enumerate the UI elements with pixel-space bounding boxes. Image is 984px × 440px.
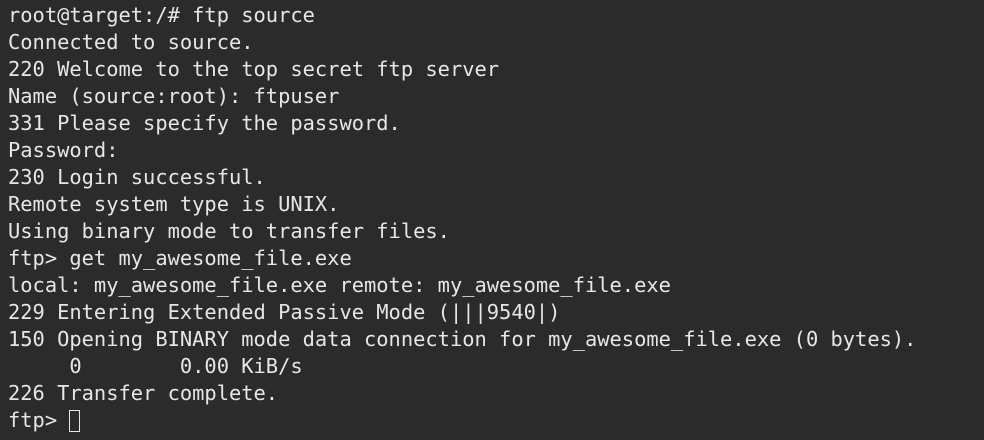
terminal-line: ftp> get my_awesome_file.exe <box>8 246 352 270</box>
terminal-line: Remote system type is UNIX. <box>8 192 340 216</box>
terminal-line: Using binary mode to transfer files. <box>8 219 450 243</box>
terminal-line: 230 Login successful. <box>8 165 266 189</box>
terminal-line: Connected to source. <box>8 30 254 54</box>
terminal-line: 0 0.00 KiB/s <box>8 354 303 378</box>
terminal-line: root@target:/# ftp source <box>8 3 315 27</box>
terminal-line: 150 Opening BINARY mode data connection … <box>8 327 917 351</box>
terminal-window[interactable]: root@target:/# ftp source Connected to s… <box>0 0 984 440</box>
terminal-line: local: my_awesome_file.exe remote: my_aw… <box>8 273 671 297</box>
terminal-line: 220 Welcome to the top secret ftp server <box>8 57 500 81</box>
terminal-line: Password: <box>8 138 119 162</box>
terminal-line: Name (source:root): ftpuser <box>8 84 340 108</box>
terminal-line: 331 Please specify the password. <box>8 111 401 135</box>
terminal-line: 229 Entering Extended Passive Mode (|||9… <box>8 300 561 324</box>
terminal-line: 226 Transfer complete. <box>8 381 279 405</box>
command-input-line[interactable]: ftp> <box>8 407 984 434</box>
text-cursor <box>69 409 81 432</box>
ftp-prompt: ftp> <box>8 408 70 432</box>
